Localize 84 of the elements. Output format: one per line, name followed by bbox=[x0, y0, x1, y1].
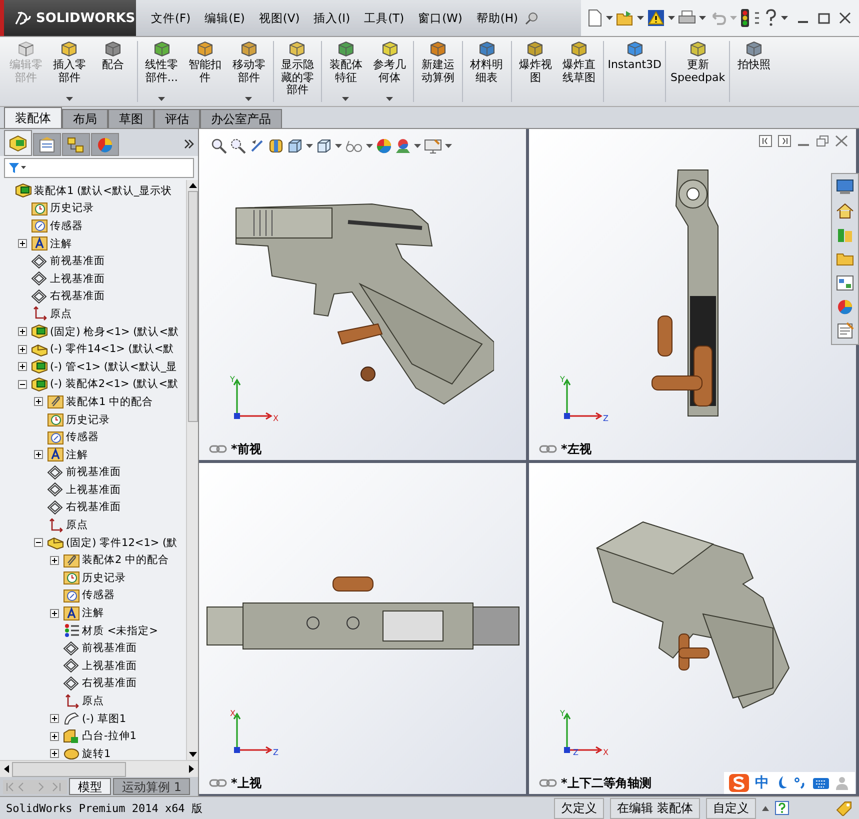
tree-item[interactable]: 注解 bbox=[50, 236, 72, 251]
tree-item[interactable]: 上视基准面 bbox=[50, 272, 105, 286]
tree-item[interactable]: 原点 bbox=[82, 694, 104, 708]
tree-item[interactable]: 装配体1 (默认<默认_显示状 bbox=[34, 184, 172, 198]
tree-item[interactable]: 前视基准面 bbox=[82, 641, 137, 656]
command-tab[interactable]: 草图 bbox=[108, 109, 154, 128]
tree-item[interactable]: 历史记录 bbox=[66, 412, 110, 427]
tree-item[interactable]: 旋转1 bbox=[82, 746, 111, 760]
status-field: 自定义 bbox=[706, 798, 756, 818]
input-mode[interactable]: 中 bbox=[755, 774, 769, 792]
tree-item[interactable]: 传感器 bbox=[66, 430, 99, 444]
viewport[interactable]: X Z *上视 bbox=[199, 463, 526, 794]
ribbon-button[interactable]: 智能扣件 bbox=[183, 39, 227, 104]
tree-item[interactable]: 传感器 bbox=[82, 588, 115, 602]
ribbon-button[interactable]: 线性零部件... bbox=[140, 39, 184, 104]
tree-item[interactable]: 上视基准面 bbox=[66, 482, 121, 497]
view-name: *上视 bbox=[231, 774, 262, 792]
axis-label: Y bbox=[560, 709, 565, 718]
view-name: *上下二等角轴测 bbox=[561, 774, 652, 792]
command-tab[interactable]: 布局 bbox=[62, 109, 108, 128]
ribbon-button[interactable]: 装配体特征 bbox=[324, 39, 368, 104]
tree-item[interactable]: 原点 bbox=[66, 518, 88, 532]
tree-item[interactable]: (-) 装配体2<1> (默认<默 bbox=[50, 377, 179, 392]
menu-item[interactable]: 窗口(W) bbox=[411, 10, 470, 26]
tree-item[interactable]: 右视基准面 bbox=[66, 500, 121, 514]
ribbon-button[interactable]: Instant3D bbox=[606, 39, 664, 104]
axis-label: Z bbox=[573, 748, 578, 757]
tree-item[interactable]: (-) 草图1 bbox=[82, 712, 126, 726]
tree-item[interactable]: 前视基准面 bbox=[50, 254, 105, 268]
tree-item[interactable]: 历史记录 bbox=[82, 570, 126, 585]
view-name: *左视 bbox=[561, 440, 592, 458]
axis-label: Z bbox=[603, 414, 608, 423]
tree-item[interactable]: 前视基准面 bbox=[66, 465, 121, 480]
axis-label: Z bbox=[273, 748, 278, 757]
tree-item[interactable]: 装配体2 中的配合 bbox=[82, 553, 170, 568]
viewport[interactable]: Y Z *左视 bbox=[529, 129, 856, 460]
menu-item[interactable]: 编辑(E) bbox=[198, 10, 252, 26]
tree-item[interactable]: (固定) 枪身<1> (默认<默 bbox=[50, 324, 180, 339]
axis-label: X bbox=[603, 748, 608, 757]
viewport[interactable]: Y X *前视 bbox=[199, 129, 526, 460]
status-field: 欠定义 bbox=[554, 798, 604, 818]
tree-item[interactable]: 注解 bbox=[66, 448, 88, 462]
ribbon-button[interactable]: 参考几何体 bbox=[368, 39, 412, 104]
menu-item[interactable]: 插入(I) bbox=[306, 10, 358, 26]
logo-text: SOLIDWORKS bbox=[36, 10, 136, 26]
tree-item[interactable]: 历史记录 bbox=[50, 201, 94, 216]
tree-item[interactable]: (-) 管<1> (默认<默认_显 bbox=[50, 360, 178, 374]
ribbon-button[interactable]: 更新Speedpak bbox=[668, 39, 728, 104]
tree-item[interactable]: 注解 bbox=[82, 606, 104, 620]
menu-item[interactable]: 工具(T) bbox=[357, 10, 412, 26]
menu-item[interactable]: 视图(V) bbox=[252, 10, 307, 26]
menu-item[interactable]: 文件(F) bbox=[144, 10, 198, 26]
ribbon-button[interactable]: 配合 bbox=[91, 39, 135, 104]
ribbon-button[interactable]: 新建运动算例 bbox=[416, 39, 460, 104]
bottom-tab[interactable]: 模型 bbox=[69, 778, 111, 795]
axis-label: Y bbox=[230, 375, 235, 384]
ribbon-button[interactable]: 爆炸直线草图 bbox=[557, 39, 601, 104]
command-tab[interactable]: 评估 bbox=[154, 109, 200, 128]
menu-item[interactable]: 帮助(H) bbox=[469, 10, 526, 26]
ribbon-button[interactable]: 爆炸视图 bbox=[514, 39, 558, 104]
tree-item[interactable]: 材质 <未指定> bbox=[82, 624, 158, 638]
status-text: SolidWorks Premium 2014 x64 版 bbox=[6, 800, 202, 816]
ribbon-button[interactable]: 移动零部件 bbox=[226, 39, 271, 104]
tree-item[interactable]: 上视基准面 bbox=[82, 658, 137, 673]
ribbon-button[interactable]: 材料明细表 bbox=[464, 39, 509, 104]
tree-item[interactable]: 右视基准面 bbox=[82, 676, 137, 690]
ribbon-button[interactable]: 显示隐藏的零部件 bbox=[276, 39, 320, 104]
ribbon-button[interactable]: 插入零部件 bbox=[48, 39, 92, 104]
axis-label: X bbox=[273, 414, 278, 423]
tree-item[interactable]: 凸台-拉伸1 bbox=[82, 729, 136, 744]
axis-label: X bbox=[230, 709, 236, 718]
ribbon-button[interactable]: 拍快照 bbox=[732, 39, 776, 104]
status-field: 在编辑 装配体 bbox=[610, 798, 700, 818]
tree-item[interactable]: 传感器 bbox=[50, 218, 83, 233]
tree-item[interactable]: (固定) 零件12<1> (默 bbox=[66, 536, 178, 550]
bottom-tab[interactable]: 运动算例 1 bbox=[113, 778, 190, 795]
tree-item[interactable]: 原点 bbox=[50, 306, 72, 321]
command-tab[interactable]: 装配体 bbox=[4, 107, 62, 128]
axis-label: Y bbox=[560, 375, 565, 384]
tree-item[interactable]: 右视基准面 bbox=[50, 289, 105, 304]
view-name: *前视 bbox=[231, 440, 262, 458]
tree-item[interactable]: (-) 零件14<1> (默认<默 bbox=[50, 342, 174, 356]
command-tab[interactable]: 办公室产品 bbox=[200, 109, 282, 128]
tree-item[interactable]: 装配体1 中的配合 bbox=[66, 394, 154, 409]
